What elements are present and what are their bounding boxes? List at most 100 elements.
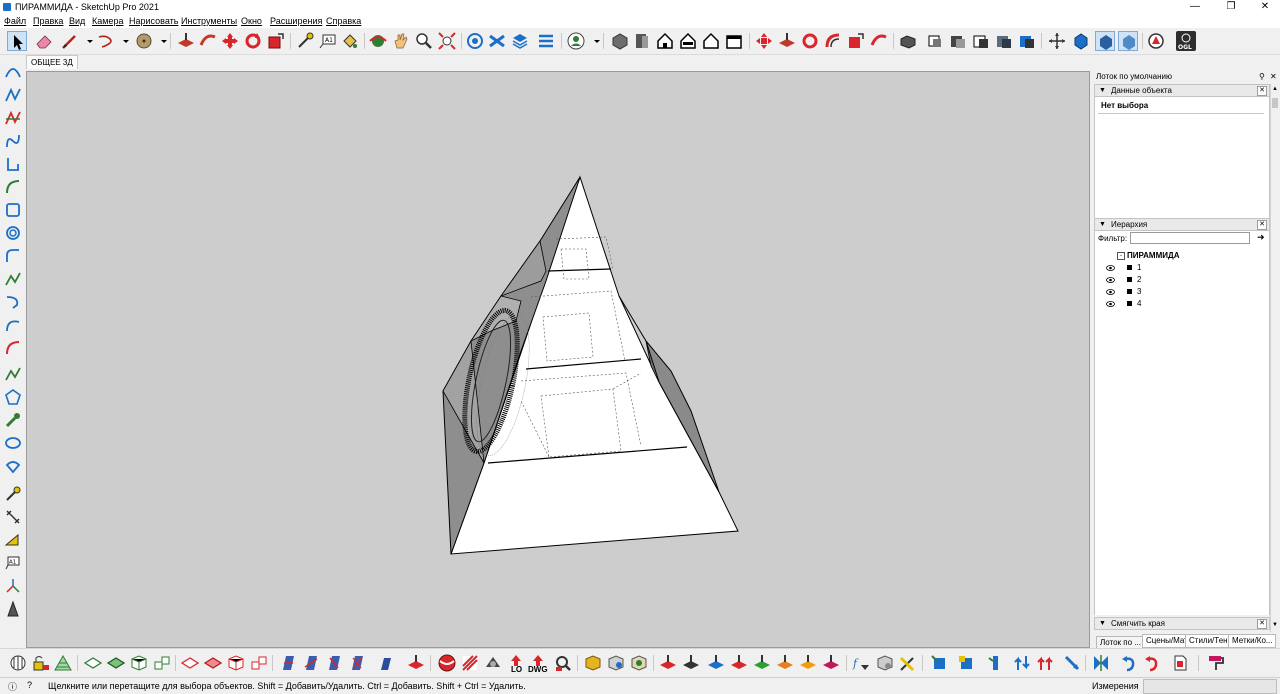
chevron-down-icon[interactable]: [80, 31, 93, 51]
undo-red-icon[interactable]: [1142, 653, 1162, 673]
axes-icon[interactable]: [4, 577, 22, 595]
paint-bucket-icon[interactable]: [340, 31, 360, 51]
box-pattern-icon[interactable]: [629, 653, 649, 673]
zoom-extents-icon[interactable]: [437, 31, 457, 51]
move-icon[interactable]: [220, 31, 240, 51]
ball-icon[interactable]: [437, 653, 457, 673]
3d-viewport[interactable]: [26, 71, 1090, 648]
menu-help[interactable]: Справка: [326, 16, 361, 26]
filter-input[interactable]: [1130, 232, 1250, 244]
pin-icon[interactable]: ⚲: [1259, 71, 1265, 82]
zoom-icon[interactable]: [414, 31, 434, 51]
slice-blue-icon[interactable]: [278, 653, 298, 673]
select-tool-icon[interactable]: [7, 31, 27, 51]
cube-outline-icon[interactable]: [129, 653, 149, 673]
collapse-icon[interactable]: ▼: [1099, 219, 1106, 230]
position-camera-icon[interactable]: [1047, 31, 1067, 51]
diamond-filled-icon[interactable]: [106, 653, 126, 673]
menu-camera[interactable]: Камера: [92, 16, 123, 26]
curve-icon[interactable]: [4, 247, 22, 265]
text-tool-icon[interactable]: A1: [318, 31, 338, 51]
tray-tab-styles[interactable]: Стили/Тени: [1185, 634, 1231, 648]
arc-green-icon[interactable]: [4, 178, 22, 196]
menu-extensions[interactable]: Расширения: [270, 16, 322, 26]
search-model-icon[interactable]: [553, 653, 573, 673]
wrench-icon[interactable]: [4, 411, 22, 429]
red-diamond-outline-icon[interactable]: [180, 653, 200, 673]
hatch-icon[interactable]: [460, 653, 480, 673]
shade-textured-icon[interactable]: [1017, 31, 1037, 51]
cubes-icon[interactable]: [152, 653, 172, 673]
terrain-icon[interactable]: [53, 653, 73, 673]
follow-me-icon[interactable]: [198, 31, 218, 51]
move-icon-2[interactable]: [754, 31, 774, 51]
menu-window[interactable]: Окно: [241, 16, 262, 26]
export-dwg-icon[interactable]: DWG: [528, 653, 548, 674]
slice-solid-icon[interactable]: [376, 653, 396, 673]
outliner-item[interactable]: 3: [1137, 287, 1141, 296]
eraser-icon[interactable]: [34, 31, 54, 51]
measurements-input[interactable]: [1143, 679, 1277, 694]
freehand-icon[interactable]: [4, 86, 22, 104]
protractor-icon[interactable]: [4, 531, 22, 549]
spiral-icon[interactable]: [4, 224, 22, 242]
pencil-line-icon[interactable]: [60, 31, 80, 51]
section-plane-icon[interactable]: [1118, 31, 1138, 51]
circle-shape-icon[interactable]: [134, 31, 154, 51]
extension-warehouse-icon[interactable]: [487, 31, 507, 51]
orbit-icon[interactable]: [368, 31, 388, 51]
push-pull-icon[interactable]: [176, 31, 196, 51]
zigzag-green-icon[interactable]: [4, 365, 22, 383]
collapse-icon[interactable]: ▼: [1099, 85, 1106, 96]
view-back-icon[interactable]: [701, 31, 721, 51]
freehand-curve-icon[interactable]: [96, 31, 116, 51]
move-down-icon[interactable]: [658, 653, 678, 673]
collapse-icon[interactable]: ▼: [1099, 618, 1106, 629]
component-yellow-icon[interactable]: [956, 653, 976, 673]
ruby-console-icon[interactable]: [1146, 31, 1166, 51]
chevron-down-icon[interactable]: [154, 31, 167, 51]
push-blue-icon[interactable]: [706, 653, 726, 673]
export-lo-icon[interactable]: LO: [506, 653, 526, 674]
red-cubes-icon[interactable]: [249, 653, 269, 673]
rotate-icon-2[interactable]: [800, 31, 820, 51]
walk-icon[interactable]: [1071, 31, 1091, 51]
extension-manager-icon[interactable]: [536, 31, 556, 51]
slice-diagonal-icon[interactable]: [324, 653, 344, 673]
bar-blue-icon[interactable]: [985, 653, 1005, 673]
slice-x-icon[interactable]: [347, 653, 367, 673]
arc-blue-icon[interactable]: [4, 316, 22, 334]
panel-close-icon[interactable]: ✕: [1257, 86, 1267, 96]
shade-xray-icon[interactable]: [925, 31, 945, 51]
polyline-icon[interactable]: [4, 155, 22, 173]
push-magenta-icon[interactable]: [821, 653, 841, 673]
text-label-icon[interactable]: A1: [4, 554, 22, 572]
scale-icon-2[interactable]: [846, 31, 866, 51]
push-orange-icon[interactable]: [775, 653, 795, 673]
outliner-header[interactable]: ▼ Иерархия ✕: [1094, 218, 1270, 231]
view-left-icon[interactable]: [724, 31, 744, 51]
user-account-icon[interactable]: [566, 31, 586, 51]
pan-hand-icon[interactable]: [391, 31, 411, 51]
arrows-updown-icon[interactable]: [1012, 653, 1032, 673]
intersect-icon[interactable]: [406, 653, 426, 673]
outliner-item[interactable]: 4: [1137, 299, 1141, 308]
push-green-icon[interactable]: [752, 653, 772, 673]
menu-edit[interactable]: Правка: [33, 16, 63, 26]
zigzag-icon[interactable]: [4, 270, 22, 288]
ogl-icon[interactable]: OGL: [1176, 31, 1196, 51]
arrows-red-icon[interactable]: [1035, 653, 1055, 673]
layer-stack-icon[interactable]: [510, 31, 530, 51]
slice-red-icon[interactable]: [301, 653, 321, 673]
paint-roller-icon[interactable]: [1206, 653, 1226, 673]
outliner-item[interactable]: 2: [1137, 275, 1141, 284]
eye-icon[interactable]: [1106, 289, 1115, 295]
polygon-icon[interactable]: [4, 388, 22, 406]
info-icon[interactable]: ⓘ: [8, 680, 17, 693]
eye-icon[interactable]: [1106, 277, 1115, 283]
tray-close-icon[interactable]: ✕: [1270, 71, 1277, 82]
ellipse-icon[interactable]: [4, 434, 22, 452]
arc-icon[interactable]: [4, 63, 22, 81]
tape-measure-icon-2[interactable]: [4, 485, 22, 503]
menu-draw[interactable]: Нарисовать: [129, 16, 178, 26]
